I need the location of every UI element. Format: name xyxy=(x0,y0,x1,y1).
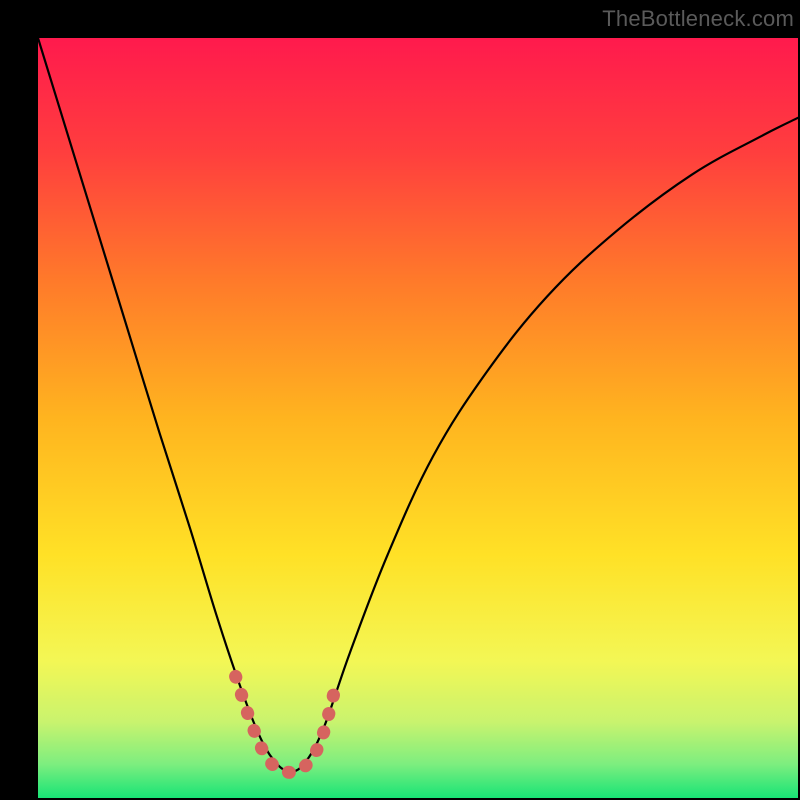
attribution-label: TheBottleneck.com xyxy=(602,6,794,32)
chart-frame: TheBottleneck.com xyxy=(0,0,800,800)
plot-area xyxy=(38,38,798,798)
bottleneck-curve xyxy=(38,38,798,772)
curve-layer xyxy=(38,38,798,798)
accent-valley xyxy=(236,676,335,772)
